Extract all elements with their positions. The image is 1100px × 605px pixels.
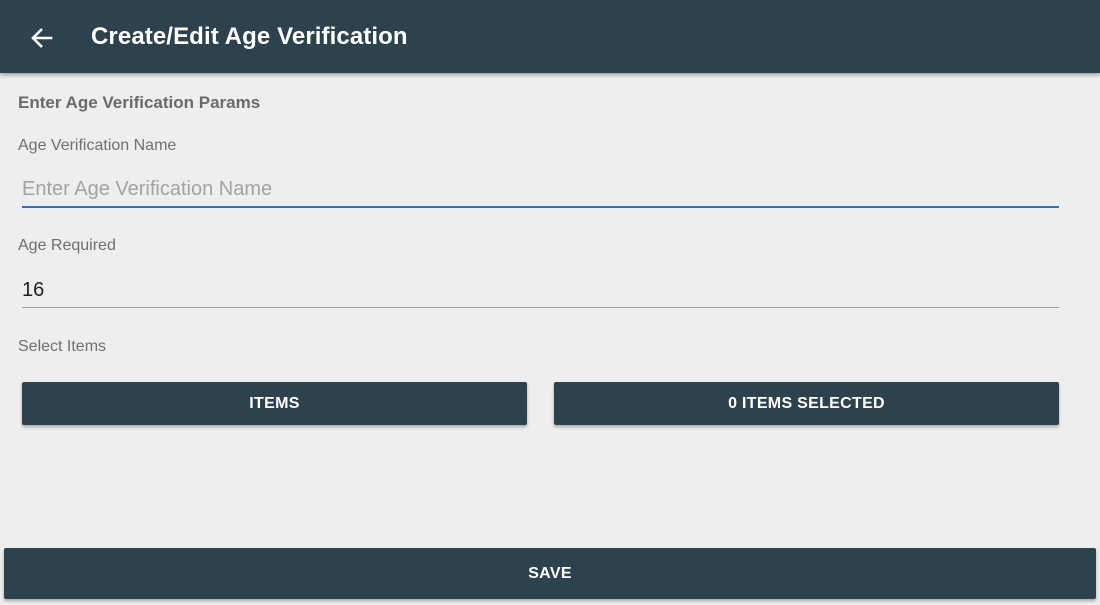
name-input-underline — [22, 206, 1059, 208]
section-title: Enter Age Verification Params — [18, 93, 261, 112]
items-button[interactable]: ITEMS — [22, 382, 527, 425]
name-field-label: Age Verification Name — [18, 137, 177, 154]
page-title: Create/Edit Age Verification — [91, 23, 408, 50]
arrow-left-icon — [31, 28, 53, 48]
app-bar: Create/Edit Age Verification — [0, 0, 1100, 73]
age-field-label: Age Required — [18, 237, 116, 254]
items-selected-button[interactable]: 0 ITEMS SELECTED — [554, 382, 1059, 425]
back-button[interactable] — [22, 18, 62, 58]
select-items-label: Select Items — [18, 338, 107, 355]
age-input-underline — [22, 307, 1059, 308]
age-required-input[interactable] — [22, 270, 1058, 310]
age-verification-name-input[interactable] — [22, 169, 1058, 209]
save-button[interactable]: SAVE — [4, 548, 1096, 599]
